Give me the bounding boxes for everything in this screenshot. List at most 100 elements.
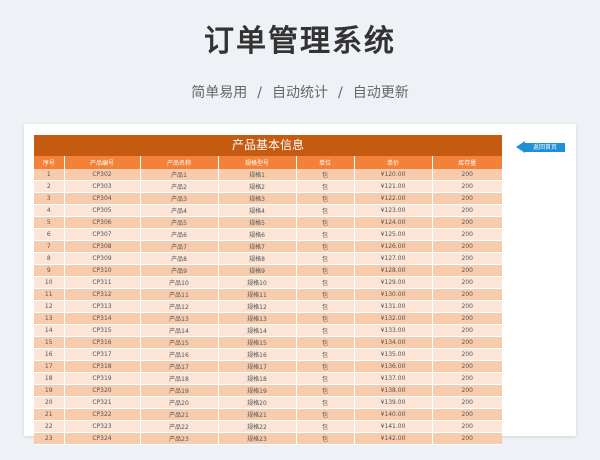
table-cell[interactable]: 规格23: [218, 432, 297, 445]
table-cell[interactable]: CP303: [64, 180, 141, 193]
column-header[interactable]: 库存量: [432, 156, 502, 169]
table-cell[interactable]: 17: [34, 360, 65, 373]
table-cell[interactable]: 产品1: [140, 169, 219, 181]
table-cell[interactable]: 产品23: [140, 432, 219, 445]
table-cell[interactable]: 规格12: [218, 300, 297, 313]
table-cell[interactable]: 规格7: [218, 240, 297, 253]
table-cell[interactable]: 规格18: [218, 372, 297, 385]
table-cell[interactable]: 8: [34, 252, 65, 265]
table-cell[interactable]: CP324: [64, 432, 141, 445]
table-cell[interactable]: 2: [34, 180, 65, 193]
table-cell[interactable]: 产品12: [140, 300, 219, 313]
table-cell[interactable]: ¥128.00: [354, 264, 433, 277]
column-header[interactable]: 单价: [354, 156, 433, 169]
table-cell[interactable]: 200: [432, 348, 502, 361]
table-cell[interactable]: 200: [432, 288, 502, 301]
table-cell[interactable]: 产品10: [140, 276, 219, 289]
table-cell[interactable]: 规格6: [218, 228, 297, 241]
table-cell[interactable]: 产品19: [140, 384, 219, 397]
table-cell[interactable]: 23: [34, 432, 65, 445]
table-cell[interactable]: 产品14: [140, 324, 219, 337]
table-cell[interactable]: 包: [296, 408, 355, 421]
table-cell[interactable]: 11: [34, 288, 65, 301]
table-cell[interactable]: 200: [432, 336, 502, 349]
table-cell[interactable]: CP319: [64, 372, 141, 385]
table-cell[interactable]: 规格3: [218, 192, 297, 205]
table-cell[interactable]: 产品11: [140, 288, 219, 301]
table-cell[interactable]: 包: [296, 348, 355, 361]
table-cell[interactable]: 规格16: [218, 348, 297, 361]
table-cell[interactable]: 包: [296, 180, 355, 193]
table-cell[interactable]: 包: [296, 240, 355, 253]
table-cell[interactable]: 产品17: [140, 360, 219, 373]
table-cell[interactable]: 包: [296, 228, 355, 241]
table-cell[interactable]: 产品21: [140, 408, 219, 421]
table-cell[interactable]: ¥142.00: [354, 432, 433, 445]
table-cell[interactable]: 包: [296, 276, 355, 289]
table-cell[interactable]: CP307: [64, 228, 141, 241]
table-cell[interactable]: CP308: [64, 240, 141, 253]
back-home-button[interactable]: 返回首页: [516, 141, 568, 154]
table-cell[interactable]: CP306: [64, 216, 141, 229]
table-cell[interactable]: ¥123.00: [354, 204, 433, 217]
table-cell[interactable]: 规格14: [218, 324, 297, 337]
table-cell[interactable]: CP322: [64, 408, 141, 421]
table-cell[interactable]: ¥130.00: [354, 288, 433, 301]
table-cell[interactable]: 产品3: [140, 192, 219, 205]
table-cell[interactable]: 200: [432, 169, 502, 181]
table-cell[interactable]: 200: [432, 372, 502, 385]
table-cell[interactable]: ¥141.00: [354, 420, 433, 433]
table-cell[interactable]: 包: [296, 204, 355, 217]
table-cell[interactable]: 包: [296, 169, 355, 181]
column-header[interactable]: 序号: [34, 156, 65, 169]
table-cell[interactable]: CP323: [64, 420, 141, 433]
table-cell[interactable]: 产品2: [140, 180, 219, 193]
column-header[interactable]: 单位: [296, 156, 355, 169]
table-cell[interactable]: 200: [432, 252, 502, 265]
table-cell[interactable]: ¥120.00: [354, 169, 433, 181]
table-cell[interactable]: ¥129.00: [354, 276, 433, 289]
table-cell[interactable]: ¥136.00: [354, 360, 433, 373]
table-cell[interactable]: 15: [34, 336, 65, 349]
table-cell[interactable]: ¥122.00: [354, 192, 433, 205]
table-cell[interactable]: 规格17: [218, 360, 297, 373]
table-cell[interactable]: 4: [34, 204, 65, 217]
table-cell[interactable]: 21: [34, 408, 65, 421]
table-cell[interactable]: 包: [296, 252, 355, 265]
table-cell[interactable]: ¥139.00: [354, 396, 433, 409]
table-cell[interactable]: 规格8: [218, 252, 297, 265]
table-cell[interactable]: 1: [34, 169, 65, 181]
table-cell[interactable]: 19: [34, 384, 65, 397]
table-cell[interactable]: ¥121.00: [354, 180, 433, 193]
table-cell[interactable]: CP310: [64, 264, 141, 277]
table-cell[interactable]: 12: [34, 300, 65, 313]
table-cell[interactable]: ¥132.00: [354, 312, 433, 325]
table-cell[interactable]: 包: [296, 384, 355, 397]
table-cell[interactable]: 200: [432, 324, 502, 337]
table-cell[interactable]: 3: [34, 192, 65, 205]
table-cell[interactable]: 产品22: [140, 420, 219, 433]
table-cell[interactable]: 200: [432, 408, 502, 421]
table-cell[interactable]: 产品18: [140, 372, 219, 385]
table-cell[interactable]: 7: [34, 240, 65, 253]
table-cell[interactable]: CP315: [64, 324, 141, 337]
table-cell[interactable]: 规格4: [218, 204, 297, 217]
table-cell[interactable]: ¥131.00: [354, 300, 433, 313]
table-cell[interactable]: CP312: [64, 288, 141, 301]
table-cell[interactable]: ¥134.00: [354, 336, 433, 349]
table-cell[interactable]: 200: [432, 192, 502, 205]
column-header[interactable]: 产品名称: [140, 156, 219, 169]
column-header[interactable]: 规格型号: [218, 156, 297, 169]
table-cell[interactable]: CP313: [64, 300, 141, 313]
table-cell[interactable]: 200: [432, 312, 502, 325]
table-cell[interactable]: 规格20: [218, 396, 297, 409]
table-cell[interactable]: 200: [432, 264, 502, 277]
table-cell[interactable]: 产品20: [140, 396, 219, 409]
table-cell[interactable]: 规格11: [218, 288, 297, 301]
table-cell[interactable]: 包: [296, 360, 355, 373]
table-cell[interactable]: 包: [296, 420, 355, 433]
table-cell[interactable]: CP314: [64, 312, 141, 325]
table-cell[interactable]: 200: [432, 420, 502, 433]
table-cell[interactable]: 200: [432, 432, 502, 445]
table-cell[interactable]: 规格22: [218, 420, 297, 433]
